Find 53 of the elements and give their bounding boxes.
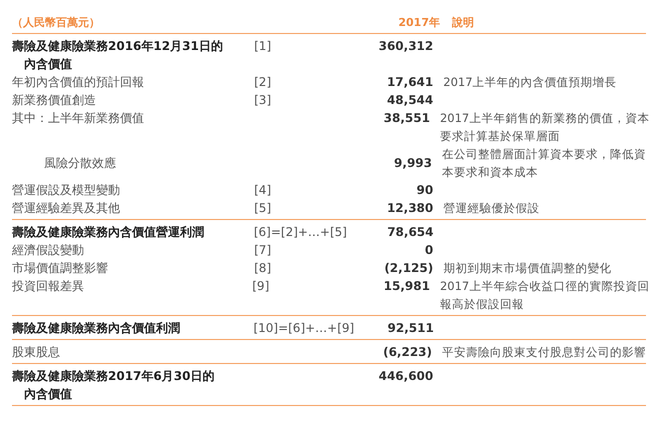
note-text: 2017上半年綜合收益口徑的實際投資回 bbox=[440, 278, 650, 295]
note-text: 2017上半年的內含價值預期增長 bbox=[443, 74, 617, 91]
row-label: 壽險及健康險業務內含價值營運利潤 bbox=[12, 224, 205, 241]
value-cell-text: (2,125) bbox=[384, 260, 434, 277]
reference-label: [9] bbox=[252, 279, 270, 293]
row-label: 營運經驗差異及其他 bbox=[12, 200, 121, 217]
column-header: 2017年 bbox=[397, 15, 440, 31]
row-label: 新業務價值創造 bbox=[12, 92, 97, 109]
value-cell-text: 9,993 bbox=[394, 155, 432, 172]
value-cell-text: 48,544 bbox=[386, 92, 434, 109]
value-cell-text: 92,511 bbox=[388, 320, 434, 337]
row-label: 內含價值 bbox=[23, 386, 73, 403]
row-label: 壽險及健康險業務2016年12月31日的 bbox=[12, 38, 224, 55]
row-label: 經濟假設變動 bbox=[12, 242, 85, 259]
note-text: 期初到期末市場價值調整的變化 bbox=[443, 260, 612, 277]
reference-label: [10]=[6]+…+[9] bbox=[253, 321, 354, 335]
value-cell-text: 17,641 bbox=[386, 74, 434, 91]
row-label: 其中：上半年新業務價值 bbox=[12, 110, 145, 127]
row-label: 壽險及健康險業務2017年6月30日的 bbox=[12, 368, 216, 385]
note-text: 在公司整體層面計算資本要求，降低資 bbox=[442, 146, 646, 163]
value-cell-text: 0 bbox=[424, 242, 434, 259]
column-header: 說明 bbox=[452, 15, 474, 31]
note-text: 2017上半年銷售的新業務的價值，資本 bbox=[440, 110, 650, 127]
reference-label: [3] bbox=[254, 93, 272, 107]
reference-label: [7] bbox=[254, 243, 272, 257]
note-text: 報高於假設回報 bbox=[440, 296, 524, 313]
value-cell-text: 12,380 bbox=[386, 200, 434, 217]
note-text: 平安壽險向股東支付股息對公司的影響 bbox=[442, 344, 646, 361]
row-label: 市場價值調整影響 bbox=[12, 260, 109, 277]
reference-label: [8] bbox=[254, 261, 272, 275]
note-text: 營運經驗優於假設 bbox=[443, 200, 540, 217]
value-cell-text: 90 bbox=[416, 182, 434, 199]
row-label: 投資回報差異 bbox=[12, 278, 85, 295]
note-text: 要求計算基於保單層面 bbox=[440, 128, 560, 145]
row-label: 壽險及健康險業務內含價值利潤 bbox=[12, 320, 181, 337]
reference-label: [5] bbox=[254, 201, 272, 215]
reference-label: [1] bbox=[254, 39, 272, 53]
value-cell-text: 446,600 bbox=[378, 368, 434, 385]
note-text: 本要求和資本成本 bbox=[442, 164, 538, 181]
row-label: 營運假設及模型變動 bbox=[12, 182, 121, 199]
reference-label: [2] bbox=[254, 75, 272, 89]
unit-label: （人民幣百萬元） bbox=[12, 15, 101, 31]
reference-label: [6]=[2]+…+[5] bbox=[254, 225, 347, 239]
value-cell-text: 78,654 bbox=[387, 224, 434, 241]
row-label: 年初內含價值的預計回報 bbox=[12, 74, 145, 91]
value-cell-text: 38,551 bbox=[384, 110, 430, 127]
row-label: 風險分散效應 bbox=[43, 155, 117, 172]
value-cell-text: (6,223) bbox=[383, 344, 432, 361]
reference-label: [4] bbox=[254, 183, 272, 197]
value-cell-text: 360,312 bbox=[378, 38, 434, 55]
row-label: 股東股息 bbox=[12, 344, 61, 361]
row-label: 內含價值 bbox=[23, 56, 73, 73]
value-cell-text: 15,981 bbox=[384, 278, 430, 295]
